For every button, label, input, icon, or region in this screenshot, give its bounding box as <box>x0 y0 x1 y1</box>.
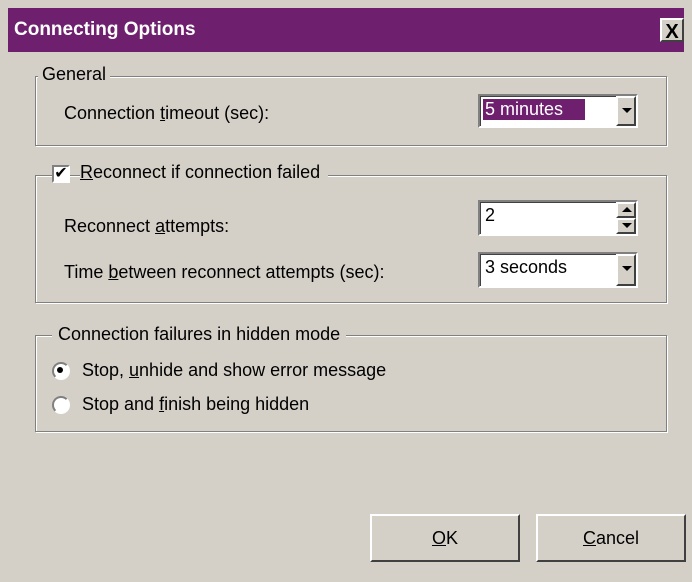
window-title: Connecting Options <box>14 19 196 40</box>
chevron-down-icon[interactable] <box>616 96 636 126</box>
time-between-value: 3 seconds <box>485 257 568 277</box>
radio-stop-hidden[interactable] <box>52 396 70 414</box>
connection-timeout-dropdown[interactable]: 5 minutes <box>478 94 638 128</box>
general-legend: General <box>38 64 111 85</box>
radio-stop-hidden-label[interactable]: Stop and finish being hidden <box>82 394 309 415</box>
time-between-dropdown[interactable]: 3 seconds <box>478 252 638 288</box>
spin-down-icon[interactable] <box>616 218 636 234</box>
connection-timeout-label: Connection timeout (sec): <box>64 103 270 123</box>
checkmark-icon: ✔ <box>54 165 68 182</box>
radio-stop-unhide[interactable] <box>52 362 70 380</box>
hidden-mode-group: Connection failures in hidden mode <box>35 324 667 432</box>
reconnect-attempts-value: 2 <box>485 205 496 225</box>
connection-timeout-value: 5 minutes <box>483 99 586 120</box>
radio-stop-unhide-label[interactable]: Stop, unhide and show error message <box>82 360 386 381</box>
ok-button[interactable]: OK <box>370 514 520 562</box>
close-button[interactable]: X <box>660 18 684 43</box>
hidden-mode-legend: Connection failures in hidden mode <box>52 324 347 345</box>
spin-up-icon[interactable] <box>616 202 636 218</box>
time-between-label: Time between reconnect attempts (sec): <box>64 262 385 282</box>
cancel-button[interactable]: Cancel <box>536 514 686 562</box>
close-icon: X <box>665 21 679 43</box>
reconnect-checkbox-label[interactable]: Reconnect if connection failed <box>80 162 329 183</box>
reconnect-checkbox[interactable]: ✔ <box>52 165 70 183</box>
chevron-down-icon[interactable] <box>616 254 636 286</box>
title-bar[interactable]: Connecting Options X <box>8 8 684 52</box>
reconnect-attempts-label: Reconnect attempts: <box>64 216 230 236</box>
reconnect-attempts-spinner[interactable]: 2 <box>478 200 638 236</box>
